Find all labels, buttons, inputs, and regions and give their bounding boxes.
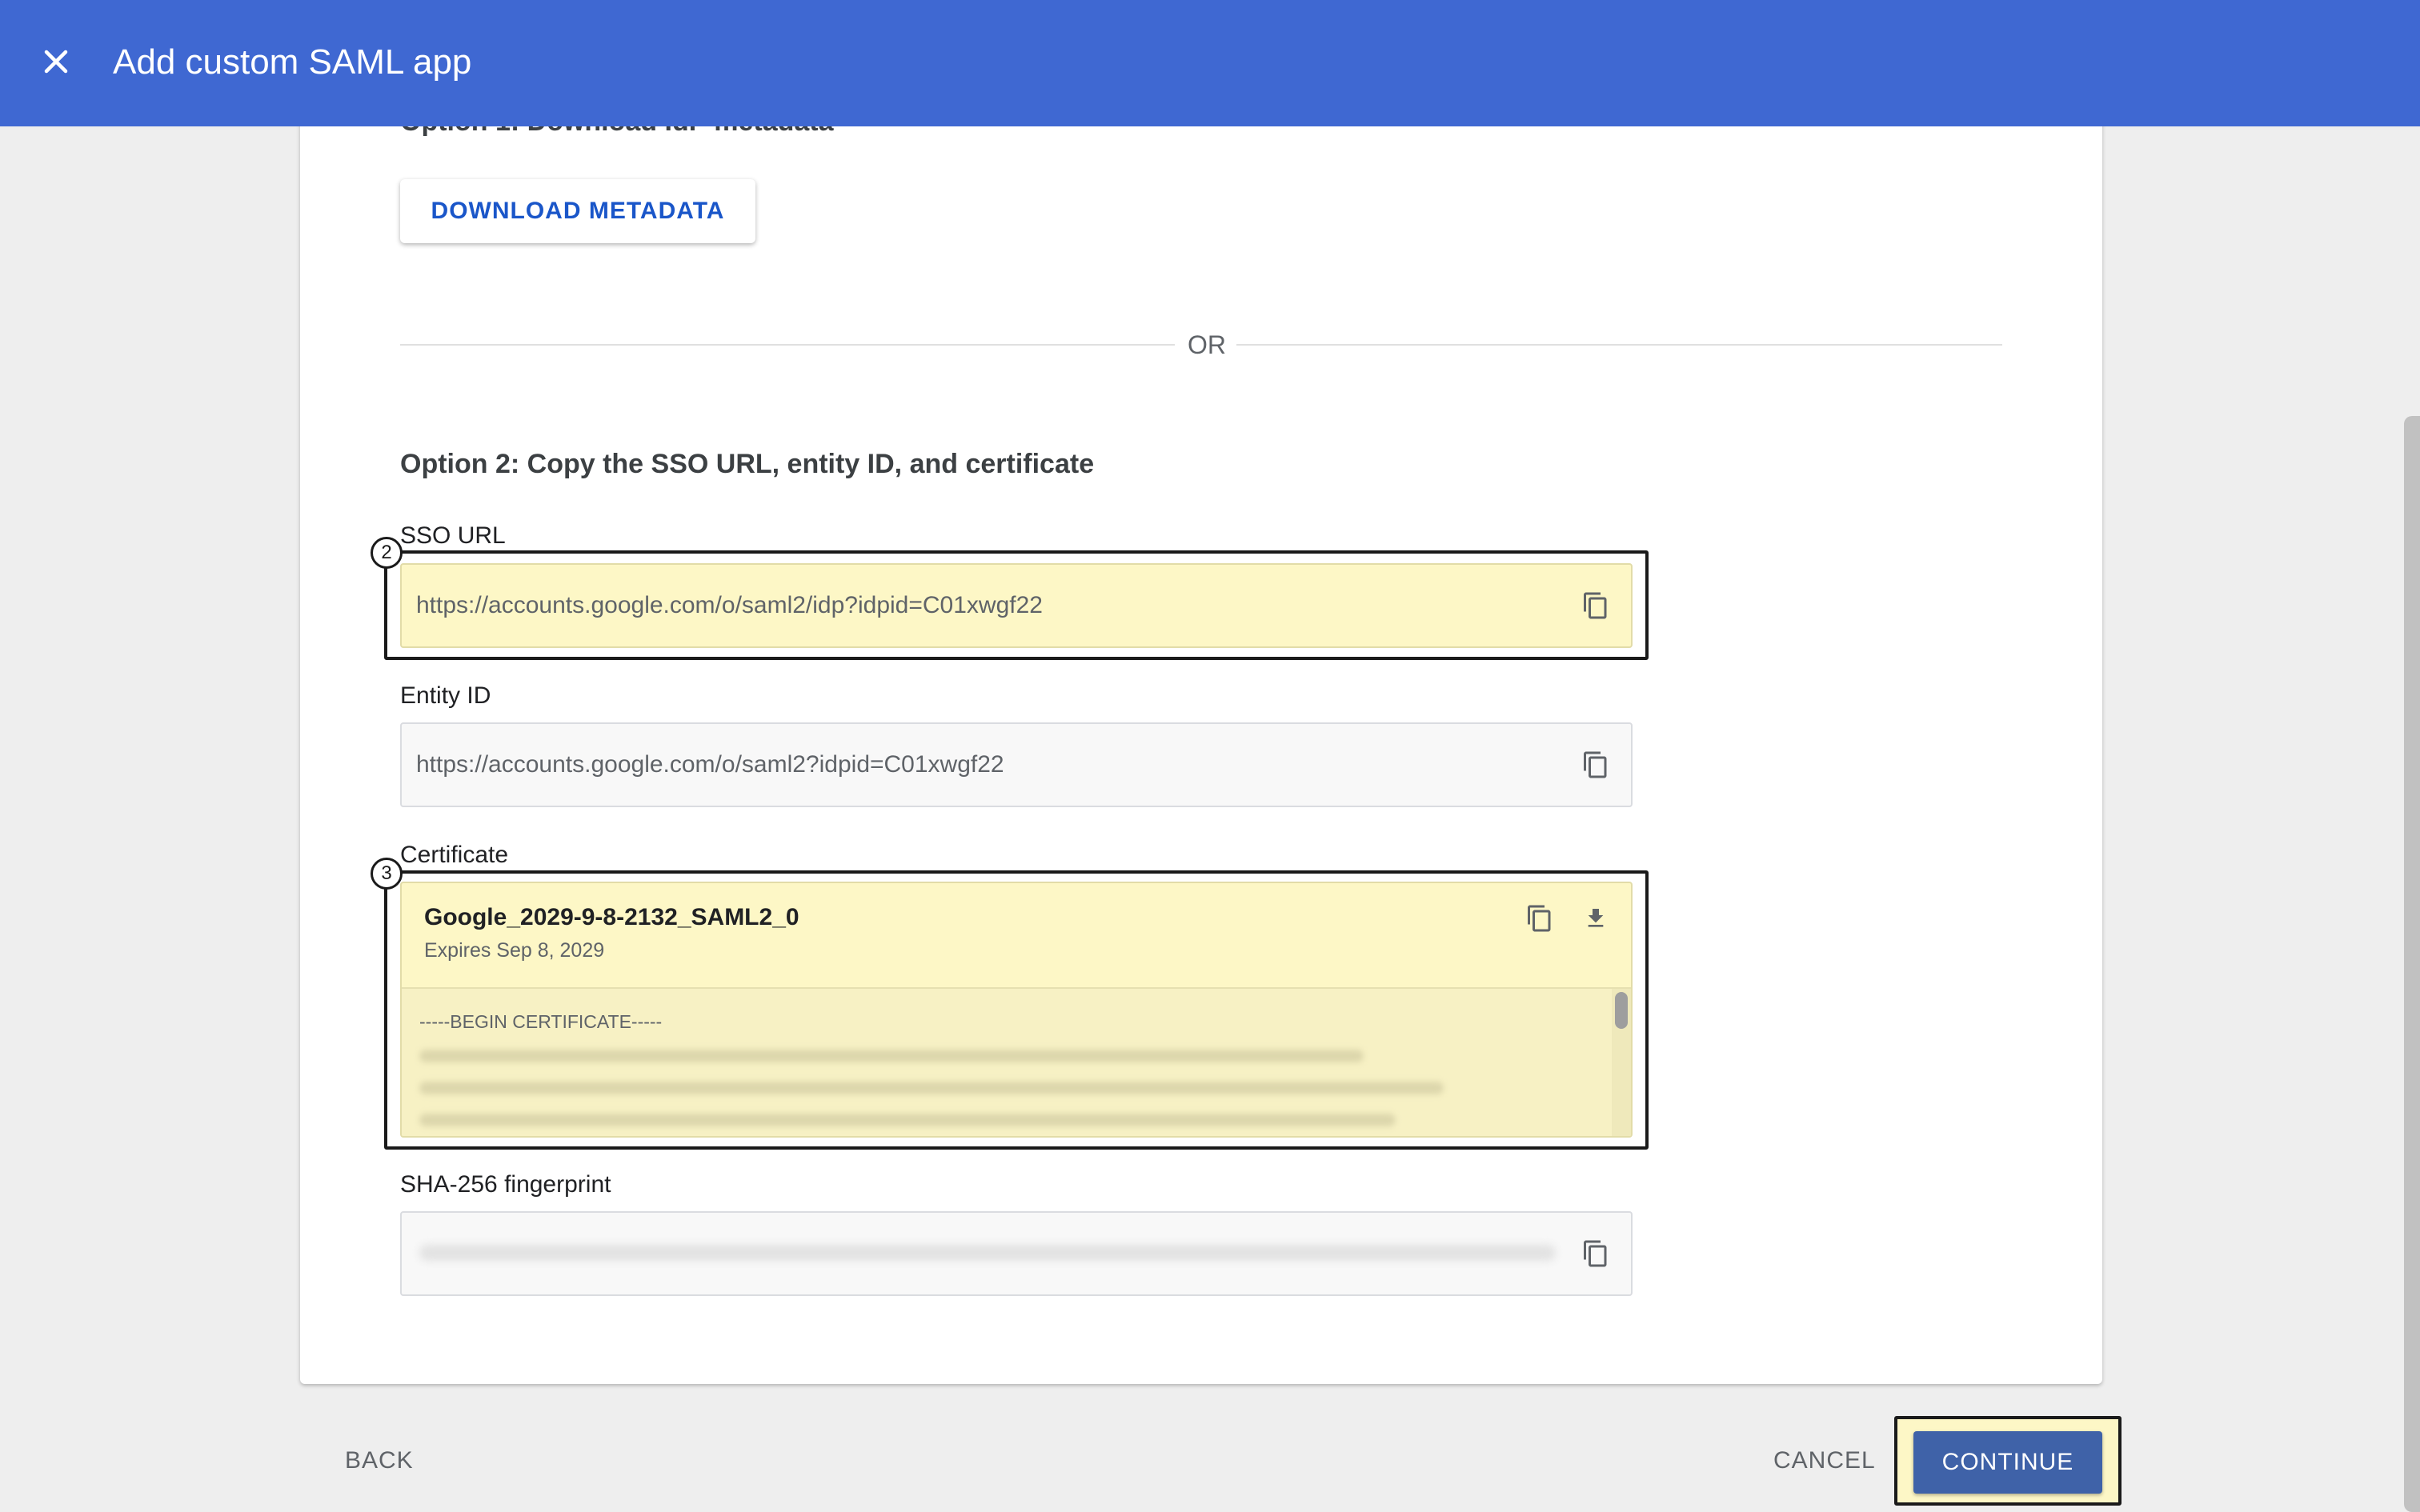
fingerprint-label: SHA-256 fingerprint — [400, 1171, 611, 1198]
step-badge-3: 3 — [371, 858, 403, 890]
or-label: OR — [1188, 330, 1226, 359]
dialog-title: Add custom SAML app — [113, 42, 472, 82]
certificate-panel: Google_2029-9-8-2132_SAML2_0 Expires Sep… — [400, 882, 1633, 1138]
certificate-expiry: Expires Sep 8, 2029 — [424, 939, 605, 962]
copy-icon[interactable] — [1578, 1236, 1613, 1271]
fingerprint-value-redacted — [419, 1245, 1556, 1261]
entity-id-label: Entity ID — [400, 682, 491, 709]
fingerprint-field[interactable] — [400, 1211, 1633, 1296]
page-scrollbar-thumb[interactable] — [2404, 416, 2420, 1512]
download-icon[interactable] — [1578, 901, 1613, 936]
step-badge-2: 2 — [371, 537, 403, 569]
certificate-text-area[interactable]: -----BEGIN CERTIFICATE----- — [402, 989, 1631, 1136]
download-metadata-button[interactable]: DOWNLOAD METADATA — [400, 179, 755, 243]
close-icon[interactable] — [37, 42, 75, 81]
back-button[interactable]: BACK — [345, 1445, 414, 1477]
certificate-name: Google_2029-9-8-2132_SAML2_0 — [424, 904, 799, 930]
entity-id-value: https://accounts.google.com/o/saml2?idpi… — [416, 751, 1004, 778]
certificate-begin-line: -----BEGIN CERTIFICATE----- — [419, 1011, 663, 1032]
certificate-scrollbar[interactable] — [1612, 989, 1631, 1136]
certificate-content-redacted — [419, 1050, 1364, 1062]
certificate-content-redacted — [419, 1082, 1444, 1094]
divider-line-right — [1236, 344, 2002, 346]
copy-icon[interactable] — [1522, 901, 1557, 936]
sso-url-label: SSO URL — [400, 522, 506, 549]
sso-url-field[interactable]: https://accounts.google.com/o/saml2/idp?… — [400, 563, 1633, 648]
option2-heading: Option 2: Copy the SSO URL, entity ID, a… — [400, 449, 1095, 479]
continue-button[interactable]: CONTINUE — [1913, 1431, 2102, 1494]
entity-id-field[interactable]: https://accounts.google.com/o/saml2?idpi… — [400, 722, 1633, 807]
or-divider: OR — [400, 324, 2002, 364]
certificate-scrollbar-thumb[interactable] — [1615, 992, 1628, 1029]
certificate-content-redacted — [419, 1114, 1396, 1126]
sso-url-value: https://accounts.google.com/o/saml2/idp?… — [416, 592, 1043, 618]
divider-line-left — [400, 344, 1175, 346]
copy-icon[interactable] — [1578, 588, 1613, 623]
copy-icon[interactable] — [1578, 747, 1613, 782]
app-bar: Add custom SAML app — [0, 0, 2420, 126]
certificate-label: Certificate — [400, 842, 509, 868]
cancel-button[interactable]: CANCEL — [1773, 1445, 1876, 1477]
